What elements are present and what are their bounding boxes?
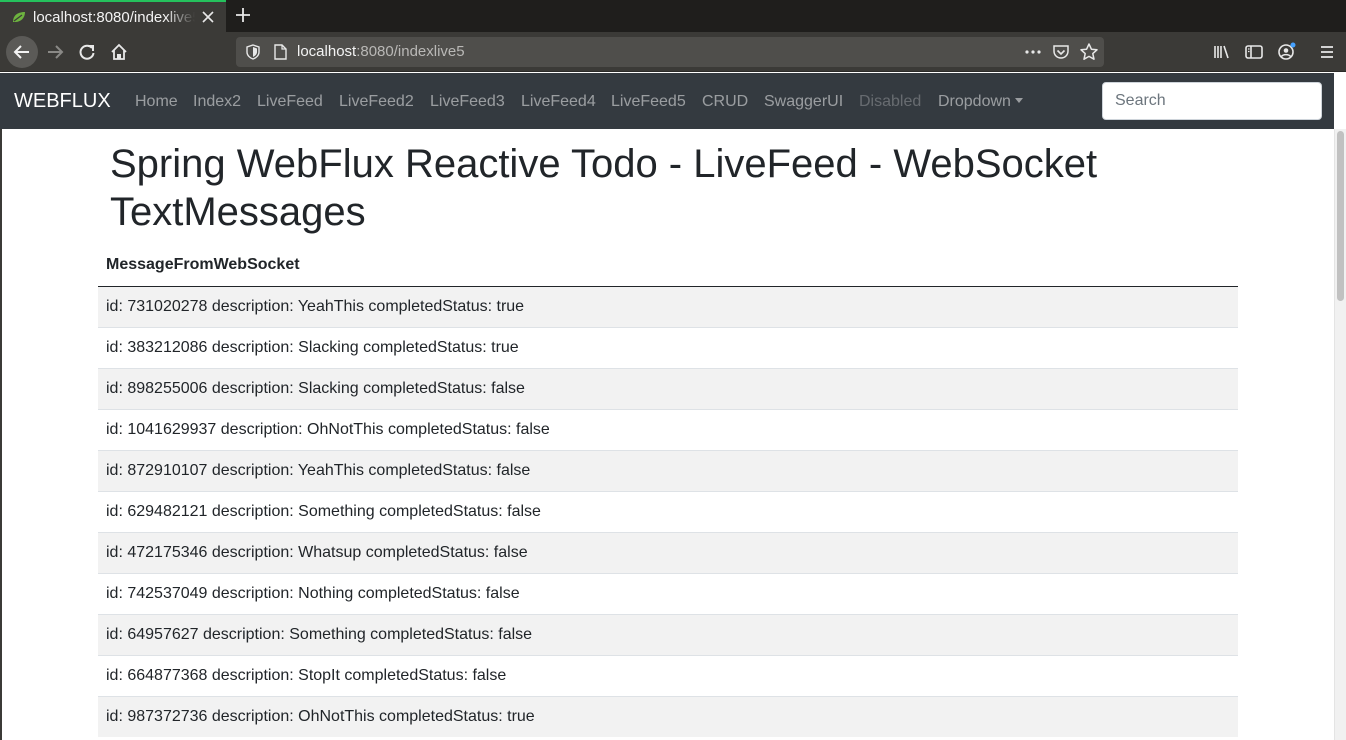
table-cell: id: 629482121 description: Something com… <box>98 490 1238 532</box>
table-row: id: 872910107 description: YeahThis comp… <box>98 449 1238 491</box>
table-cell: id: 742537049 description: Nothing compl… <box>98 572 1238 614</box>
table-row: id: 898255006 description: Slacking comp… <box>98 367 1238 409</box>
table-cell: id: 664877368 description: StopIt comple… <box>98 654 1238 696</box>
table-cell: id: 383212086 description: Slacking comp… <box>98 326 1238 368</box>
close-icon[interactable] <box>200 9 216 25</box>
table-cell: id: 472175346 description: Whatsup compl… <box>98 531 1238 573</box>
browser-tab[interactable]: localhost:8080/indexlive5 <box>0 0 226 32</box>
table-cell: id: 872910107 description: YeahThis comp… <box>98 449 1238 491</box>
new-tab-icon[interactable] <box>234 6 252 24</box>
column-header: MessageFromWebSocket <box>98 245 1238 287</box>
table-row: id: 64957627 description: Something comp… <box>98 613 1238 655</box>
nav-dropdown-toggle[interactable]: Dropdown <box>938 92 1023 112</box>
nav-link-livefeed4[interactable]: LiveFeed4 <box>521 92 596 112</box>
account-icon[interactable] <box>1270 36 1302 68</box>
page-icon[interactable] <box>273 44 287 60</box>
navbar-brand[interactable]: WEBFLUX <box>14 88 111 114</box>
home-icon[interactable] <box>103 36 135 68</box>
nav-link-livefeed2[interactable]: LiveFeed2 <box>339 92 414 112</box>
nav-link-crud[interactable]: CRUD <box>702 92 748 112</box>
nav-link-index2[interactable]: Index2 <box>193 92 241 112</box>
bookmark-star-icon[interactable] <box>1079 42 1099 62</box>
nav-dropdown-label: Dropdown <box>938 93 1011 110</box>
url-path: :8080/indexlive5 <box>356 43 465 60</box>
pocket-icon[interactable] <box>1052 43 1070 61</box>
nav-link-livefeed[interactable]: LiveFeed <box>257 92 323 112</box>
table-cell: id: 1041629937 description: OhNotThis co… <box>98 408 1238 450</box>
shield-icon[interactable] <box>245 44 261 60</box>
search-input[interactable] <box>1102 82 1322 120</box>
caret-down-icon <box>1014 98 1023 103</box>
table-cell: id: 987372736 description: OhNotThis com… <box>98 695 1238 737</box>
hamburger-menu-icon[interactable] <box>1311 36 1343 68</box>
scrollbar-thumb[interactable] <box>1337 131 1344 301</box>
table-header-row: MessageFromWebSocket <box>98 245 1238 287</box>
table-row: id: 629482121 description: Something com… <box>98 490 1238 532</box>
main-navbar: WEBFLUX Home Index2 LiveFeed LiveFeed2 L… <box>0 73 1334 129</box>
table-row: id: 1041629937 description: OhNotThis co… <box>98 408 1238 450</box>
forward-button[interactable] <box>40 36 72 68</box>
browser-toolbar: localhost:8080/indexlive5 <box>0 32 1346 72</box>
window-edge <box>0 129 2 740</box>
page-title: Spring WebFlux Reactive Todo - LiveFeed … <box>110 142 1098 234</box>
reload-icon[interactable] <box>71 36 103 68</box>
url-text[interactable]: localhost:8080/indexlive5 <box>297 43 465 61</box>
nav-link-livefeed3[interactable]: LiveFeed3 <box>430 92 505 112</box>
table-row: id: 987372736 description: OhNotThis com… <box>98 695 1238 737</box>
table-row: id: 472175346 description: Whatsup compl… <box>98 531 1238 573</box>
nav-link-home[interactable]: Home <box>135 92 178 112</box>
url-bar[interactable]: localhost:8080/indexlive5 <box>236 37 1104 67</box>
library-icon[interactable] <box>1206 36 1238 68</box>
messages-table: MessageFromWebSocket id: 731020278 descr… <box>98 245 1238 737</box>
nav-link-swaggerui[interactable]: SwaggerUI <box>764 92 843 112</box>
spring-leaf-icon <box>12 11 26 23</box>
table-cell: id: 64957627 description: Something comp… <box>98 613 1238 655</box>
more-actions-icon[interactable] <box>1024 44 1042 60</box>
back-button[interactable] <box>6 36 38 68</box>
page-scrollbar[interactable] <box>1334 129 1346 740</box>
nav-link-livefeed5[interactable]: LiveFeed5 <box>611 92 686 112</box>
nav-link-disabled: Disabled <box>859 93 922 110</box>
table-cell: id: 898255006 description: Slacking comp… <box>98 367 1238 409</box>
table-row: id: 664877368 description: StopIt comple… <box>98 654 1238 696</box>
table-cell: id: 731020278 description: YeahThis comp… <box>98 285 1238 327</box>
table-row: id: 731020278 description: YeahThis comp… <box>98 285 1238 327</box>
sidebar-icon[interactable] <box>1238 36 1270 68</box>
url-host: localhost <box>297 43 357 60</box>
browser-tab-bar: localhost:8080/indexlive5 <box>0 0 1346 32</box>
table-row: id: 383212086 description: Slacking comp… <box>98 326 1238 368</box>
table-row: id: 742537049 description: Nothing compl… <box>98 572 1238 614</box>
